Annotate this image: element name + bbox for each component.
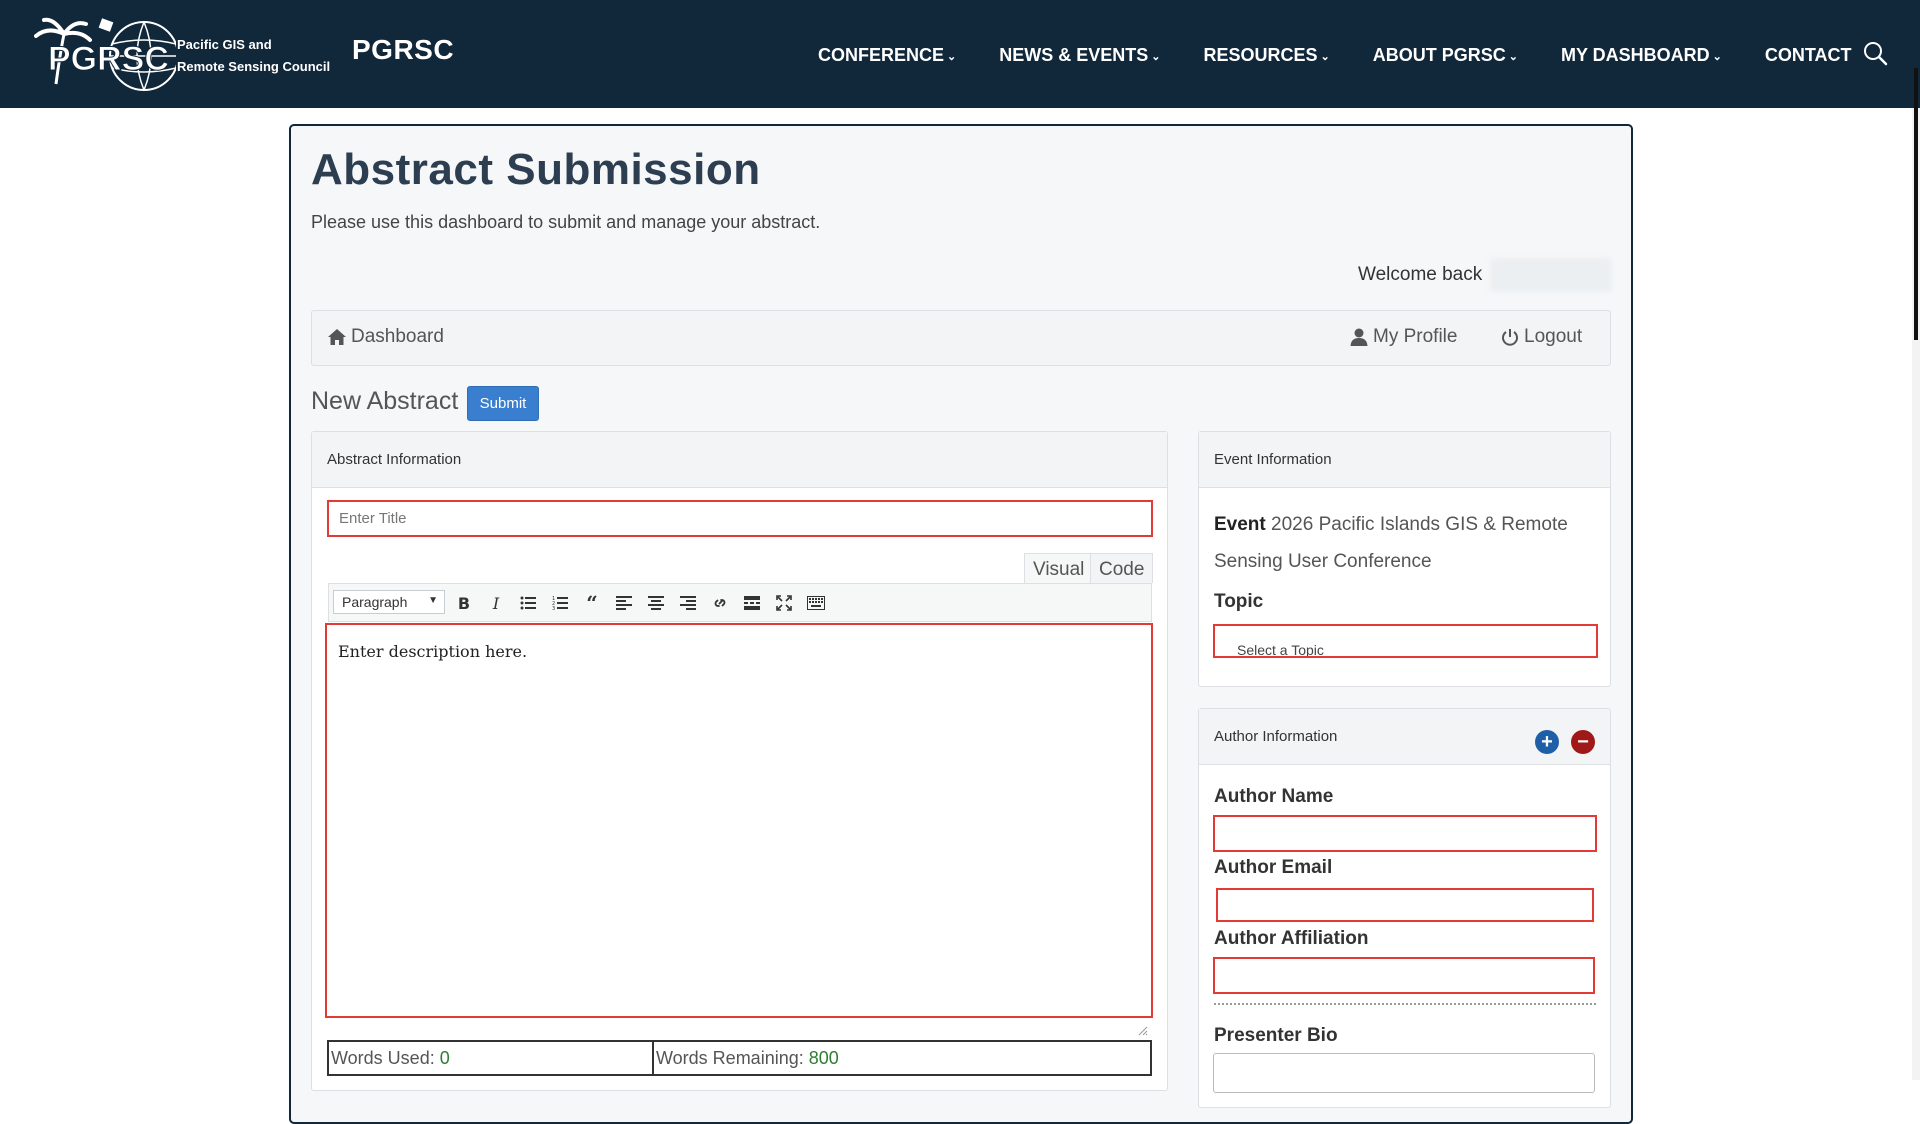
home-icon [328,329,346,345]
nav-contact[interactable]: CONTACT [1765,40,1852,70]
event-info-header: Event Information [1199,432,1610,488]
words-remaining-count: 800 [808,1047,839,1068]
nav-resources[interactable]: RESOURCES ⌄ [1203,40,1329,70]
nav-my-dashboard-label: MY DASHBOARD [1560,44,1710,65]
power-icon [1502,329,1518,346]
tab-visual[interactable]: Visual [1024,553,1094,583]
scrollbar-thumb[interactable] [1914,68,1918,340]
numbered-list-icon[interactable]: 123 [549,592,571,614]
link-icon[interactable] [709,592,731,614]
page-subtitle: Please use this dashboard to submit and … [311,212,821,232]
author-affiliation-label: Author Affiliation [1214,928,1369,949]
page-title: Abstract Submission [311,145,761,194]
org-name: Pacific GIS and Remote Sensing Council [177,34,330,78]
author-email-label: Author Email [1214,857,1333,878]
author-name-label: Author Name [1214,786,1334,807]
fullscreen-icon[interactable] [773,592,795,614]
main-nav: CONFERENCE ⌄ NEWS & EVENTS ⌄ RESOURCES ⌄ AB… [818,40,1852,70]
subnav-logout-label: Logout [1524,326,1583,347]
nav-contact-label: CONTACT [1764,44,1852,65]
word-counter: Words Used: 0 Words Remaining: 800 [327,1040,1152,1076]
chevron-down-icon: ⌄ [1712,50,1722,63]
chevron-down-icon: ⌄ [947,50,957,63]
words-used-count: 0 [439,1047,450,1068]
new-abstract-heading: New Abstract [311,387,459,415]
caret-down-icon: ▼ [428,595,438,606]
format-select-value: Paragraph [342,594,408,610]
resize-handle-icon[interactable] [1138,1026,1148,1036]
author-email-input[interactable] [1216,888,1594,922]
org-name-line2: Remote Sensing Council [177,59,331,74]
words-used-label: Words Used: [331,1047,435,1068]
presenter-bio-label: Presenter Bio [1214,1025,1338,1046]
abstract-editor[interactable] [325,623,1153,1018]
org-name-line1: Pacific GIS and [177,37,272,52]
editor-placeholder: Enter description here. [338,642,528,661]
bullet-list-icon[interactable] [517,592,539,614]
nav-resources-label: RESOURCES [1203,44,1318,65]
subnav-my-profile-label: My Profile [1373,326,1458,347]
nav-news-events[interactable]: NEWS & EVENTS ⌄ [999,40,1160,70]
welcome-username [1490,258,1612,292]
svg-text:PGRSC: PGRSC [48,40,169,78]
subnav-logout[interactable]: Logout [1500,326,1582,348]
nav-news-events-label: NEWS & EVENTS [999,44,1149,65]
nav-conference[interactable]: CONFERENCE ⌄ [818,40,956,70]
words-remaining-label: Words Remaining: [656,1047,804,1068]
topic-label: Topic [1214,591,1264,612]
nav-about-label: ABOUT PGRSC [1372,44,1506,65]
author-info-title: Author Information [1214,728,1338,745]
site-header: PGRSC Pacific GIS and Remote Sensing Cou… [0,0,1920,108]
user-icon [1350,328,1368,346]
tab-code[interactable]: Code [1090,553,1153,583]
bold-icon[interactable]: B [453,592,475,614]
abstract-info-header: Abstract Information [312,432,1167,488]
event-name-line2: Sensing User Conference [1214,551,1432,572]
divider [1214,1003,1596,1005]
editor-toolbar [328,583,1152,622]
subnav-dashboard-label: Dashboard [351,326,444,347]
chevron-down-icon: ⌄ [1151,50,1161,63]
event-info-title: Event Information [1214,451,1332,468]
subnav-dashboard[interactable]: Dashboard [327,326,444,348]
remove-author-icon[interactable]: − [1571,730,1595,754]
italic-icon[interactable]: I [485,592,507,614]
svg-text:3: 3 [552,606,555,610]
search-icon[interactable] [1862,40,1888,66]
align-center-icon[interactable] [645,592,667,614]
presenter-bio-input[interactable] [1213,1053,1595,1093]
nav-conference-label: CONFERENCE [818,44,945,65]
nav-about[interactable]: ABOUT PGRSC ⌄ [1373,40,1518,70]
format-select[interactable]: Paragraph ▼ [333,590,445,614]
subnav-my-profile[interactable]: My Profile [1349,326,1457,348]
topic-select-placeholder: Select a Topic [1237,642,1324,658]
words-used: Words Used: 0 [329,1042,654,1074]
blockquote-icon[interactable]: “ [581,591,603,615]
event-line-1: Event 2026 Pacific Islands GIS & Remote [1214,506,1568,543]
align-left-icon[interactable] [613,592,635,614]
author-affiliation-input[interactable] [1213,957,1595,994]
welcome-text: Welcome back [1358,264,1483,285]
chevron-down-icon: ⌄ [1508,50,1518,63]
submit-button[interactable]: Submit [467,386,539,421]
site-brand[interactable]: PGRSC [352,34,454,66]
pgrsc-logo[interactable]: PGRSC [34,14,176,94]
event-name-line1: 2026 Pacific Islands GIS & Remote [1271,514,1568,535]
event-label: Event [1214,514,1266,535]
author-name-input[interactable] [1213,815,1597,852]
words-remaining: Words Remaining: 800 [654,1042,1150,1074]
read-more-icon[interactable] [741,592,763,614]
abstract-info-title: Abstract Information [327,451,462,468]
add-author-icon[interactable]: + [1535,730,1559,754]
align-right-icon[interactable] [677,592,699,614]
topic-select[interactable]: Select a Topic [1213,624,1598,658]
chevron-down-icon: ⌄ [1320,50,1330,63]
event-info-text: Event 2026 Pacific Islands GIS & Remote … [1214,506,1568,580]
keyboard-icon[interactable] [805,592,827,614]
abstract-title-input[interactable] [327,500,1153,537]
nav-my-dashboard[interactable]: MY DASHBOARD ⌄ [1561,40,1722,70]
